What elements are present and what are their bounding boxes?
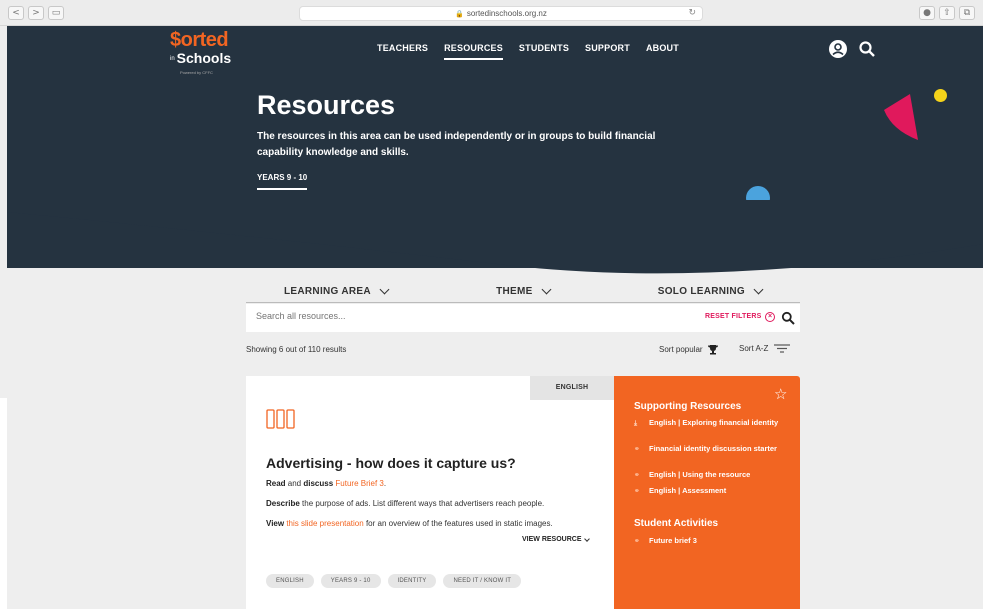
download-icon: ⤓ — [634, 419, 638, 427]
site-logo[interactable]: $orted in Schools Powered by CFFC — [170, 30, 244, 75]
nav-students[interactable]: STUDENTS — [519, 43, 569, 60]
supporting-resource-item[interactable]: ⚭ English | Assessment — [634, 486, 784, 496]
supporting-resource-item[interactable]: ⚭ Financial identity discussion starter — [634, 444, 784, 454]
link-icon: ⚭ — [634, 445, 640, 453]
card-subject-tag: ENGLISH — [530, 376, 614, 400]
url-text: sortedinschools.org.nz — [466, 9, 547, 18]
filter-solo-learning[interactable]: SOLO LEARNING — [657, 281, 764, 302]
logo-powered-by: Powered by CFFC — [180, 70, 213, 75]
supporting-resource-label: Financial identity discussion starter — [649, 444, 777, 453]
supporting-resource-label: English | Assessment — [649, 486, 727, 495]
nav-support[interactable]: SUPPORT — [585, 43, 630, 60]
instruction-verb: discuss — [303, 479, 334, 488]
logo-sorted: $orted — [170, 29, 229, 51]
logo-schools: Schools — [176, 50, 232, 66]
supporting-resource-item[interactable]: ⚭ English | Using the resource — [634, 470, 784, 480]
sidebar-toggle-icon[interactable]: ▭ — [48, 6, 64, 20]
back-button[interactable]: < — [8, 6, 24, 20]
search-input[interactable] — [256, 311, 556, 321]
instruction-verb: Describe — [266, 499, 300, 508]
card-instruction-view: View this slide presentation for an over… — [266, 519, 553, 528]
instruction-text: . — [383, 479, 387, 488]
tag-pill[interactable]: NEED IT / KNOW IT — [443, 574, 522, 588]
user-account-icon[interactable] — [829, 40, 847, 58]
nav-about[interactable]: ABOUT — [646, 43, 679, 60]
results-count: Showing 6 out of 110 results — [246, 345, 347, 354]
link-icon: ⚭ — [634, 471, 640, 479]
supporting-resources-title: Supporting Resources — [634, 401, 742, 412]
card-tags: ENGLISH YEARS 9 - 10 IDENTITY NEED IT / … — [266, 574, 522, 588]
yellow-dot-decoration — [934, 89, 947, 102]
instruction-text: the purpose of ads. List different ways … — [299, 499, 545, 508]
student-activity-item[interactable]: ⚭ Future brief 3 — [634, 536, 784, 546]
instruction-verb: Read — [266, 479, 286, 488]
page-title: Resources — [257, 90, 396, 120]
sort-lines-icon — [774, 344, 791, 353]
filter-theme[interactable]: THEME — [496, 281, 552, 302]
reset-filters-link[interactable]: RESET FILTERS — [705, 313, 762, 320]
view-resource-button[interactable]: VIEW RESOURCE — [522, 535, 590, 543]
chevron-down-icon — [753, 284, 764, 295]
star-icon[interactable]: ☆ — [774, 385, 787, 403]
logo-in: in — [170, 55, 175, 62]
filter-theme-label: THEME — [496, 286, 533, 297]
trophy-icon — [707, 345, 718, 355]
filter-solo-label: SOLO LEARNING — [657, 286, 745, 297]
student-activities-title: Student Activities — [634, 518, 719, 529]
supporting-resources-panel: ☆ Supporting Resources ⤓ English | Explor… — [614, 376, 800, 609]
forward-button[interactable]: > — [28, 6, 44, 20]
browser-toolbar: < > ▭ 🔒 sortedinschools.org.nz ↻ ● ⇧ ⧉ — [0, 0, 983, 26]
instruction-verb: View — [266, 519, 285, 528]
future-brief-link[interactable]: Future Brief 3 — [335, 479, 383, 488]
tag-pill[interactable]: IDENTITY — [387, 574, 437, 588]
supporting-resource-label: English | Exploring financial identity — [649, 418, 779, 427]
resource-type-icon — [266, 409, 296, 429]
lock-icon: 🔒 — [455, 10, 464, 18]
share-icon[interactable]: ⇧ — [939, 6, 955, 20]
supporting-resource-label: English | Using the resource — [649, 470, 751, 479]
instruction-text: and — [285, 479, 304, 488]
nav-resources[interactable]: RESOURCES — [444, 43, 503, 60]
nav-teachers[interactable]: TEACHERS — [377, 43, 428, 60]
chevron-down-icon — [379, 284, 390, 295]
link-icon: ⚭ — [634, 487, 640, 495]
address-bar[interactable]: 🔒 sortedinschools.org.nz ↻ — [299, 6, 703, 21]
tag-pill[interactable]: YEARS 9 - 10 — [320, 574, 381, 588]
sort-az-label: Sort A-Z — [739, 344, 769, 353]
reset-close-icon[interactable]: × — [765, 312, 775, 322]
main-nav: TEACHERS RESOURCES STUDENTS SUPPORT ABOU… — [377, 43, 679, 60]
tabs-icon[interactable]: ⧉ — [959, 6, 975, 20]
download-icon[interactable]: ● — [919, 6, 935, 20]
chevron-down-icon — [583, 535, 590, 542]
sort-az-button[interactable]: Sort A-Z — [739, 344, 791, 353]
instruction-text: for an overview of the features used in … — [363, 519, 553, 528]
filter-learning-area-label: LEARNING AREA — [284, 286, 371, 297]
sort-popular-label: Sort popular — [659, 345, 703, 354]
filter-bar: LEARNING AREA THEME SOLO LEARNING — [246, 281, 800, 303]
supporting-resource-item[interactable]: ⤓ English | Exploring financial identity — [634, 418, 784, 428]
filter-learning-area[interactable]: LEARNING AREA — [284, 281, 390, 302]
card-instruction-read: Read and discuss Future Brief 3. — [266, 479, 386, 488]
resource-title[interactable]: Advertising - how does it capture us? — [266, 455, 516, 471]
page-description: The resources in this area can be used i… — [257, 131, 656, 158]
chevron-down-icon — [541, 284, 552, 295]
year-level-tag[interactable]: YEARS 9 - 10 — [257, 173, 308, 190]
left-edge-panel — [0, 398, 7, 609]
card-instruction-describe: Describe the purpose of ads. List differ… — [266, 499, 544, 508]
slide-presentation-link[interactable]: this slide presentation — [286, 519, 363, 528]
tag-pill[interactable]: ENGLISH — [266, 574, 314, 588]
search-icon[interactable] — [858, 40, 876, 58]
student-activity-label: Future brief 3 — [649, 536, 697, 545]
pink-shape-decoration — [882, 94, 922, 147]
resource-search-bar: RESET FILTERS × — [246, 304, 800, 332]
search-icon[interactable] — [781, 311, 795, 325]
view-resource-label: VIEW RESOURCE — [522, 536, 582, 543]
hero-wave — [7, 200, 983, 274]
link-icon: ⚭ — [634, 537, 640, 545]
resource-card: ENGLISH Advertising - how does it captur… — [246, 376, 614, 609]
sort-popular-button[interactable]: Sort popular — [659, 344, 719, 355]
reload-button[interactable]: ↻ — [688, 7, 696, 20]
